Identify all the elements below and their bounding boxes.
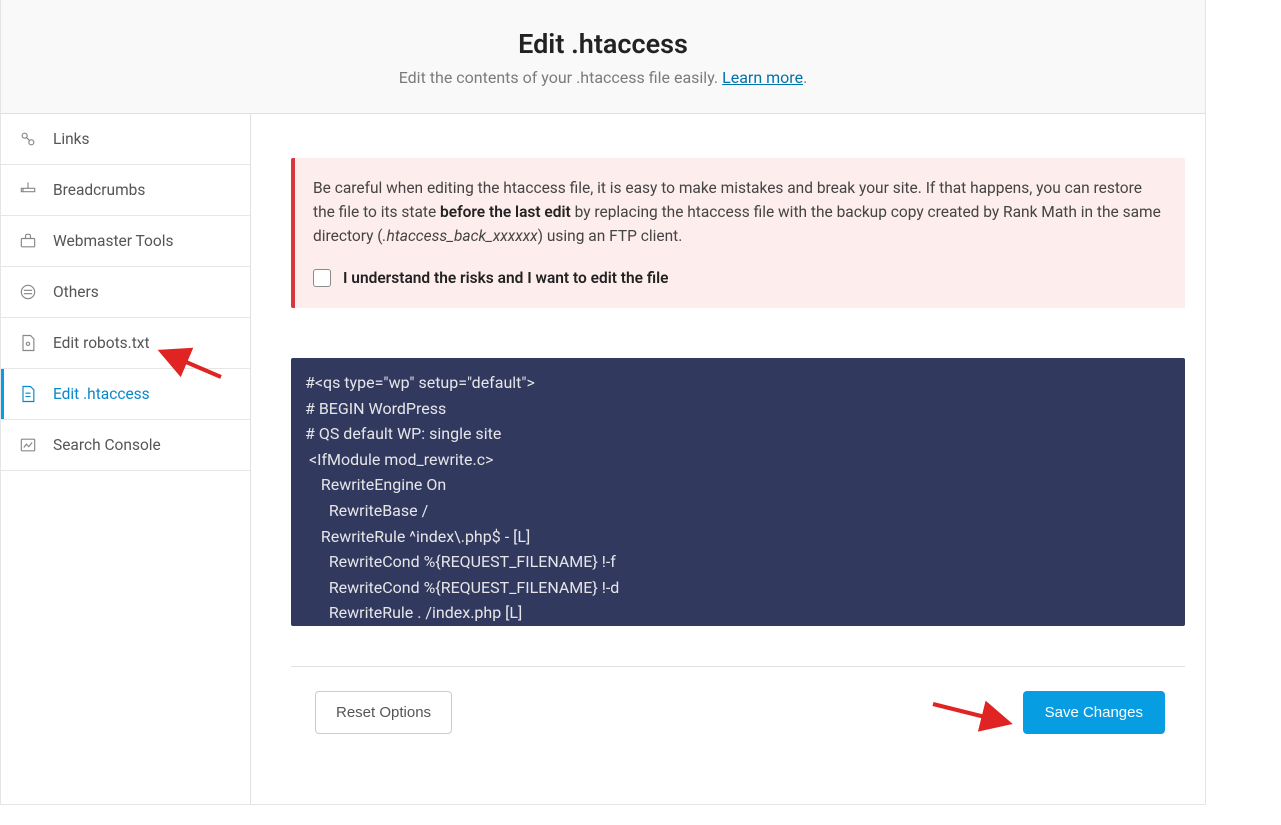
page-header: Edit .htaccess Edit the contents of your…	[1, 0, 1205, 114]
search-console-icon	[17, 434, 39, 456]
sidebar-item-label: Search Console	[53, 436, 161, 454]
others-icon	[17, 281, 39, 303]
sidebar-item-others[interactable]: Others	[1, 267, 250, 318]
warning-box: Be careful when editing the htaccess fil…	[291, 158, 1185, 308]
robots-file-icon	[17, 332, 39, 354]
breadcrumbs-icon	[17, 179, 39, 201]
risk-acknowledge-row: I understand the risks and I want to edi…	[313, 266, 1165, 290]
htaccess-file-icon	[17, 383, 39, 405]
toolbox-icon	[17, 230, 39, 252]
link-icon	[17, 128, 39, 150]
content-pane: Be careful when editing the htaccess fil…	[251, 114, 1205, 804]
sidebar-item-label: Others	[53, 283, 99, 301]
risk-checkbox-label[interactable]: I understand the risks and I want to edi…	[343, 266, 668, 290]
htaccess-editor[interactable]	[291, 358, 1185, 626]
sidebar-item-label: Links	[53, 130, 90, 148]
sidebar-item-label: Breadcrumbs	[53, 181, 145, 199]
warning-italic: .htaccess_back_xxxxxx	[383, 227, 538, 245]
sidebar-item-breadcrumbs[interactable]: Breadcrumbs	[1, 165, 250, 216]
page-subtitle: Edit the contents of your .htaccess file…	[21, 68, 1185, 87]
sidebar-item-search-console[interactable]: Search Console	[1, 420, 250, 471]
subtitle-text: Edit the contents of your .htaccess file…	[399, 68, 722, 87]
sidebar-item-edit-htaccess[interactable]: Edit .htaccess	[1, 369, 250, 420]
warning-part3: ) using an FTP client.	[538, 227, 683, 245]
sidebar-item-links[interactable]: Links	[1, 114, 250, 165]
subtitle-suffix: .	[803, 68, 807, 87]
warning-text: Be careful when editing the htaccess fil…	[313, 176, 1165, 248]
warning-bold: before the last edit	[440, 203, 571, 221]
save-changes-button[interactable]: Save Changes	[1023, 691, 1165, 734]
sidebar-item-edit-robots[interactable]: Edit robots.txt	[1, 318, 250, 369]
settings-panel: Edit .htaccess Edit the contents of your…	[0, 0, 1206, 805]
footer-bar: Reset Options Save Changes	[291, 666, 1185, 758]
risk-checkbox[interactable]	[313, 269, 331, 287]
learn-more-link[interactable]: Learn more	[722, 68, 803, 87]
page-title: Edit .htaccess	[21, 28, 1185, 60]
annotation-arrow-save	[929, 698, 1013, 732]
reset-options-button[interactable]: Reset Options	[315, 691, 452, 734]
sidebar-item-label: Edit .htaccess	[53, 385, 150, 403]
sidebar-item-label: Edit robots.txt	[53, 334, 150, 352]
sidebar-item-label: Webmaster Tools	[53, 232, 174, 250]
sidebar: Links Breadcrumbs Webmaster Tools	[1, 114, 251, 804]
sidebar-item-webmaster-tools[interactable]: Webmaster Tools	[1, 216, 250, 267]
body-area: Links Breadcrumbs Webmaster Tools	[1, 114, 1205, 804]
